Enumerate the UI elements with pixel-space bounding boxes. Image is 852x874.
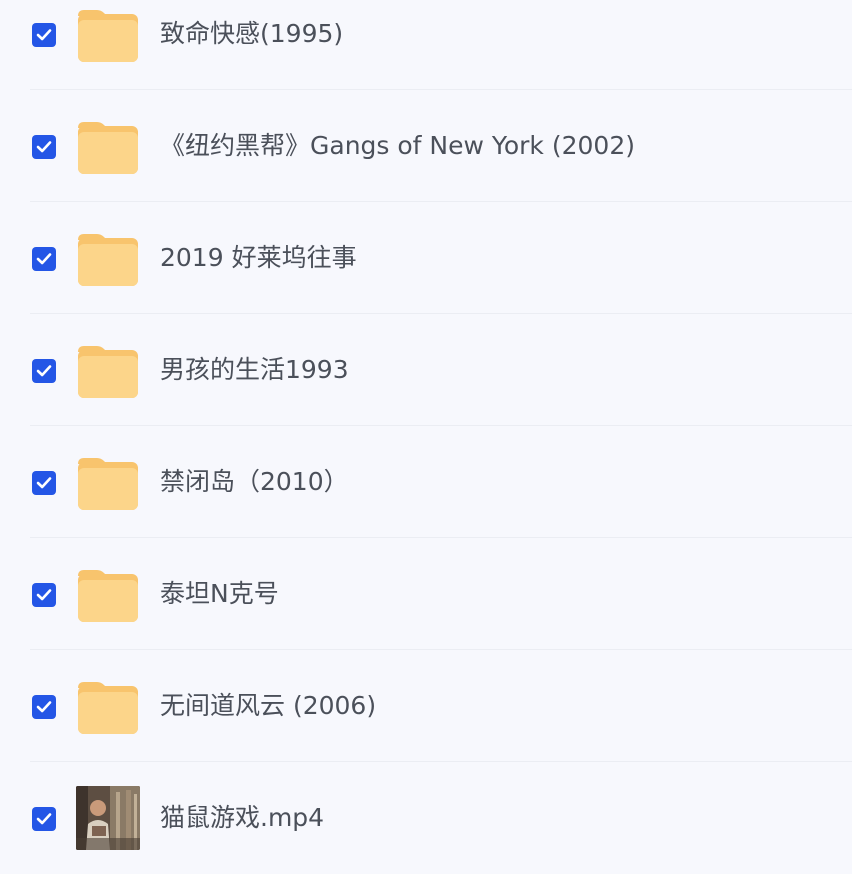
- checkmark-icon: [36, 477, 52, 489]
- row-checkbox[interactable]: [32, 583, 56, 607]
- folder-icon: [78, 234, 138, 286]
- folder-icon: [78, 570, 138, 622]
- file-row[interactable]: 猫鼠游戏.mp4: [0, 762, 852, 874]
- row-checkbox[interactable]: [32, 135, 56, 159]
- file-name[interactable]: 致命快感(1995): [160, 19, 343, 49]
- file-row[interactable]: 致命快感(1995): [0, 0, 852, 90]
- file-row[interactable]: 2019 好莱坞往事: [0, 202, 852, 314]
- folder-icon: [78, 458, 138, 510]
- file-list: 致命快感(1995) 《纽约黑帮》Gangs of New York (2002…: [0, 0, 852, 868]
- checkmark-icon: [36, 813, 52, 825]
- file-name[interactable]: 无间道风云 (2006): [160, 691, 376, 721]
- file-row[interactable]: 男孩的生活1993: [0, 314, 852, 426]
- file-name[interactable]: 《纽约黑帮》Gangs of New York (2002): [160, 131, 635, 161]
- file-name[interactable]: 泰坦N克号: [160, 579, 279, 609]
- folder-icon: [78, 10, 138, 62]
- folder-icon: [78, 122, 138, 174]
- file-row[interactable]: 禁闭岛（2010）: [0, 426, 852, 538]
- row-checkbox[interactable]: [32, 695, 56, 719]
- checkmark-icon: [36, 141, 52, 153]
- row-checkbox[interactable]: [32, 247, 56, 271]
- file-name[interactable]: 禁闭岛（2010）: [160, 467, 349, 497]
- checkmark-icon: [36, 253, 52, 265]
- row-checkbox[interactable]: [32, 23, 56, 47]
- folder-icon: [78, 346, 138, 398]
- row-checkbox[interactable]: [32, 359, 56, 383]
- checkmark-icon: [36, 29, 52, 41]
- checkmark-icon: [36, 589, 52, 601]
- file-row[interactable]: 泰坦N克号: [0, 538, 852, 650]
- file-name[interactable]: 猫鼠游戏.mp4: [160, 803, 324, 833]
- folder-icon: [78, 682, 138, 734]
- file-name[interactable]: 2019 好莱坞往事: [160, 243, 357, 273]
- checkmark-icon: [36, 701, 52, 713]
- checkmark-icon: [36, 365, 52, 377]
- file-row[interactable]: 《纽约黑帮》Gangs of New York (2002): [0, 90, 852, 202]
- file-name[interactable]: 男孩的生活1993: [160, 355, 349, 385]
- file-row[interactable]: 无间道风云 (2006): [0, 650, 852, 762]
- row-checkbox[interactable]: [32, 471, 56, 495]
- video-thumbnail: [76, 786, 140, 850]
- row-checkbox[interactable]: [32, 807, 56, 831]
